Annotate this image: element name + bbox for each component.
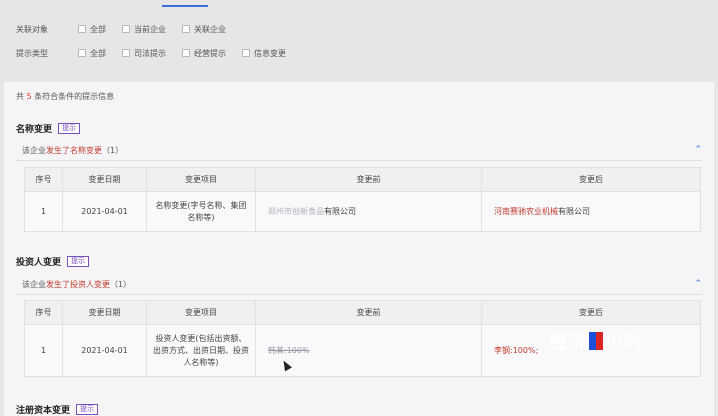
value-after: 河南赛驰农业机械有限公司	[481, 191, 701, 232]
checkbox-icon[interactable]	[122, 25, 130, 33]
checkbox-icon[interactable]	[182, 25, 190, 33]
filter-type-label: 提示类型	[16, 48, 48, 58]
filter-type-info-change[interactable]: 信息变更	[242, 48, 286, 59]
logo-flag-icon	[589, 332, 603, 350]
section-title-capital-change: 注册资本变更 提示	[16, 403, 99, 416]
filter-type-row: 提示类型 全部 司法提示 经营提示 信息变更	[16, 46, 302, 60]
checkbox-icon[interactable]	[78, 25, 86, 33]
filter-panel: 关联对象 全部 当前企业 关联企业 提示类型 全部 司法提示 经营提示 信息变更	[0, 8, 718, 76]
table-header-row: 序号 变更日期 变更项目 变更前 变更后	[24, 167, 701, 192]
section-title-name-change: 名称变更 提示	[16, 122, 81, 135]
checkbox-icon[interactable]	[242, 49, 250, 57]
value-before: 郑州市创新食品有限公司	[255, 191, 482, 232]
filter-related-current[interactable]: 当前企业	[122, 24, 166, 35]
hint-tag: 提示	[58, 123, 81, 134]
divider	[16, 294, 702, 295]
divider	[16, 160, 702, 161]
filter-related-label: 关联对象	[16, 24, 48, 34]
filter-type-business[interactable]: 经营提示	[182, 48, 226, 59]
filter-related-all[interactable]: 全部	[78, 24, 106, 35]
collapse-chevron-up-icon[interactable]: ⌃	[694, 145, 702, 155]
filter-related-linked[interactable]: 关联企业	[182, 24, 226, 35]
filter-type-all[interactable]: 全部	[78, 48, 106, 59]
hint-tag: 提示	[76, 404, 99, 415]
table-row: 1 2021-04-01 名称变更(字号名称、集团名称等) 郑州市创新食品有限公…	[24, 191, 701, 232]
hint-tag: 提示	[67, 256, 90, 267]
active-tab-indicator	[162, 5, 208, 7]
checkbox-icon[interactable]	[182, 49, 190, 57]
table-header-row: 序号 变更日期 变更项目 变更前 变更后	[24, 300, 701, 325]
checkbox-icon[interactable]	[78, 49, 86, 57]
filter-type-judicial[interactable]: 司法提示	[122, 48, 166, 59]
section-summary-investor-change: 该企业发生了投资人变更（1）	[22, 280, 132, 289]
filter-related-row: 关联对象 全部 当前企业 关联企业	[16, 22, 242, 36]
section-summary-name-change: 该企业发生了名称变更（1）	[22, 146, 124, 155]
result-count-number: 5	[26, 92, 32, 101]
section-title-investor-change: 投资人变更 提示	[16, 255, 90, 268]
name-change-table: 序号 变更日期 变更项目 变更前 变更后 1 2021-04-01 名称变更(字…	[24, 167, 701, 232]
result-count: 共 5 条符合条件的提示信息	[16, 92, 115, 101]
watermark-logo: 经济 小时	[549, 332, 643, 353]
checkbox-icon[interactable]	[122, 49, 130, 57]
results-panel: 共 5 条符合条件的提示信息 名称变更 提示 该企业发生了名称变更（1） ⌃ 序…	[4, 82, 714, 416]
collapse-chevron-up-icon[interactable]: ⌃	[694, 279, 702, 289]
